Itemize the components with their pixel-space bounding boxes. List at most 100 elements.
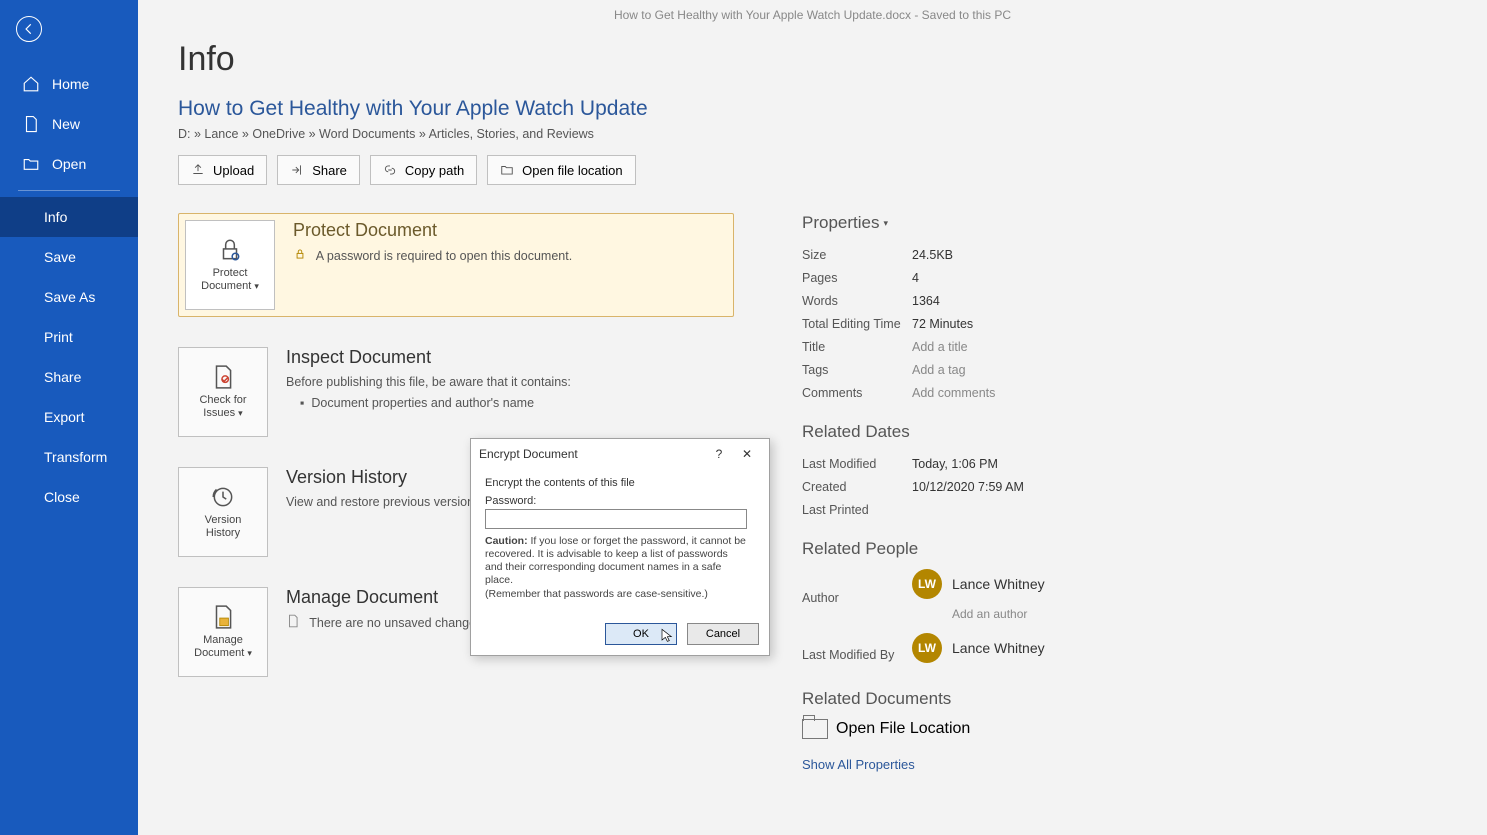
chevron-down-icon: ▾ bbox=[883, 218, 888, 229]
protect-text: A password is required to open this docu… bbox=[316, 249, 572, 263]
nav-close[interactable]: Close bbox=[0, 477, 138, 517]
document-small-icon bbox=[286, 614, 300, 634]
nav-home-label: Home bbox=[52, 76, 89, 92]
modified-by-entry[interactable]: LW Lance Whitney bbox=[912, 633, 1045, 663]
prop-tags-add[interactable]: Add a tag bbox=[912, 363, 966, 377]
backstage-sidebar: Home New Open Info Save Save As Print Sh… bbox=[0, 0, 138, 835]
upload-button[interactable]: Upload bbox=[178, 155, 267, 185]
history-icon bbox=[210, 484, 236, 510]
nav-save[interactable]: Save bbox=[0, 237, 138, 277]
avatar: LW bbox=[912, 569, 942, 599]
prop-edit-val: 72 Minutes bbox=[912, 317, 973, 331]
window-titlebar: How to Get Healthy with Your Apple Watch… bbox=[138, 0, 1487, 30]
dialog-title: Encrypt Document bbox=[479, 447, 578, 461]
nav-export[interactable]: Export bbox=[0, 397, 138, 437]
dialog-help-button[interactable]: ? bbox=[705, 447, 733, 461]
caution-text: Caution: If you lose or forget the passw… bbox=[485, 535, 747, 601]
nav-print-label: Print bbox=[44, 329, 73, 345]
breadcrumb: D: » Lance » OneDrive » Word Documents »… bbox=[178, 127, 1447, 141]
history-btn-l2: History bbox=[206, 527, 240, 539]
prop-tags-key: Tags bbox=[802, 363, 912, 377]
prop-title-key: Title bbox=[802, 340, 912, 354]
back-arrow-icon bbox=[22, 22, 36, 36]
prop-comments-key: Comments bbox=[802, 386, 912, 400]
date-modified-key: Last Modified bbox=[802, 457, 912, 471]
date-created-val: 10/12/2020 7:59 AM bbox=[912, 480, 1024, 494]
nav-transform-label: Transform bbox=[44, 449, 107, 465]
share-button[interactable]: Share bbox=[277, 155, 360, 185]
nav-home[interactable]: Home bbox=[0, 64, 138, 104]
open-location-button[interactable]: Open file location bbox=[487, 155, 635, 185]
dialog-close-button[interactable]: ✕ bbox=[733, 447, 761, 461]
prop-words-key: Words bbox=[802, 294, 912, 308]
nav-list: Home New Open Info Save Save As Print Sh… bbox=[0, 64, 138, 517]
nav-open[interactable]: Open bbox=[0, 144, 138, 184]
folder-outline-icon bbox=[802, 719, 828, 739]
open-folder-icon bbox=[22, 155, 40, 173]
chevron-down-icon: ▾ bbox=[247, 648, 252, 658]
properties-column: Properties ▾ Size24.5KB Pages4 Words1364… bbox=[798, 213, 1045, 774]
prop-size-val: 24.5KB bbox=[912, 248, 953, 262]
protect-document-button[interactable]: ProtectDocument ▾ bbox=[185, 220, 275, 310]
nav-info[interactable]: Info bbox=[0, 197, 138, 237]
avatar: LW bbox=[912, 633, 942, 663]
manage-btn-l1: Manage bbox=[203, 634, 243, 646]
manage-document-button[interactable]: ManageDocument ▾ bbox=[178, 587, 268, 677]
version-history-button[interactable]: VersionHistory bbox=[178, 467, 268, 557]
inspect-title: Inspect Document bbox=[286, 347, 738, 368]
password-input[interactable] bbox=[485, 509, 747, 529]
add-author[interactable]: Add an author bbox=[952, 607, 1045, 621]
author-entry[interactable]: LW Lance Whitney bbox=[912, 569, 1045, 599]
author-name: Lance Whitney bbox=[952, 576, 1045, 592]
nav-saveas[interactable]: Save As bbox=[0, 277, 138, 317]
lock-icon bbox=[217, 237, 243, 263]
inspect-icon bbox=[210, 364, 236, 390]
copy-path-button[interactable]: Copy path bbox=[370, 155, 477, 185]
nav-new[interactable]: New bbox=[0, 104, 138, 144]
copy-path-label: Copy path bbox=[405, 163, 464, 178]
prop-edit-key: Total Editing Time bbox=[802, 317, 912, 331]
cancel-button[interactable]: Cancel bbox=[687, 623, 759, 645]
open-file-location-label: Open File Location bbox=[836, 720, 970, 738]
open-location-label: Open file location bbox=[522, 163, 622, 178]
ok-button[interactable]: OK bbox=[605, 623, 677, 645]
open-file-location-link[interactable]: Open File Location bbox=[802, 719, 1045, 739]
protect-document-card: ProtectDocument ▾ Protect Document A pas… bbox=[178, 213, 734, 317]
page-title: Info bbox=[178, 40, 1447, 79]
manage-btn-l2: Document bbox=[194, 647, 244, 659]
date-printed-key: Last Printed bbox=[802, 503, 912, 517]
share-icon bbox=[290, 163, 304, 177]
inspect-btn-l2: Issues bbox=[203, 407, 235, 419]
properties-dropdown[interactable]: Properties ▾ bbox=[802, 213, 888, 233]
back-button[interactable] bbox=[16, 16, 42, 42]
inspect-text: Before publishing this file, be aware th… bbox=[286, 374, 738, 392]
password-label: Password: bbox=[485, 495, 759, 507]
date-modified-val: Today, 1:06 PM bbox=[912, 457, 998, 471]
dialog-titlebar[interactable]: Encrypt Document ? ✕ bbox=[471, 439, 769, 469]
nav-close-label: Close bbox=[44, 489, 80, 505]
main-pane: Info How to Get Healthy with Your Apple … bbox=[138, 30, 1487, 774]
nav-transform[interactable]: Transform bbox=[0, 437, 138, 477]
author-key: Author bbox=[802, 585, 912, 605]
check-issues-button[interactable]: Check forIssues ▾ bbox=[178, 347, 268, 437]
chevron-down-icon: ▾ bbox=[238, 408, 243, 418]
encrypt-document-dialog: Encrypt Document ? ✕ Encrypt the content… bbox=[470, 438, 770, 656]
prop-title-add[interactable]: Add a title bbox=[912, 340, 968, 354]
nav-divider bbox=[18, 190, 120, 191]
nav-print[interactable]: Print bbox=[0, 317, 138, 357]
related-people-header: Related People bbox=[802, 539, 1045, 559]
show-all-properties-link[interactable]: Show All Properties bbox=[802, 757, 915, 772]
dialog-group-title: Encrypt the contents of this file bbox=[485, 477, 759, 489]
nav-share[interactable]: Share bbox=[0, 357, 138, 397]
document-title: How to Get Healthy with Your Apple Watch… bbox=[178, 97, 1447, 121]
prop-size-key: Size bbox=[802, 248, 912, 262]
new-doc-icon bbox=[22, 115, 40, 133]
lock-small-icon bbox=[293, 247, 307, 267]
inspect-btn-l1: Check for bbox=[199, 394, 246, 406]
date-created-key: Created bbox=[802, 480, 912, 494]
modified-by-key: Last Modified By bbox=[802, 642, 912, 662]
nav-info-label: Info bbox=[44, 209, 67, 225]
prop-words-val: 1364 bbox=[912, 294, 940, 308]
related-dates-header: Related Dates bbox=[802, 422, 1045, 442]
prop-comments-add[interactable]: Add comments bbox=[912, 386, 995, 400]
